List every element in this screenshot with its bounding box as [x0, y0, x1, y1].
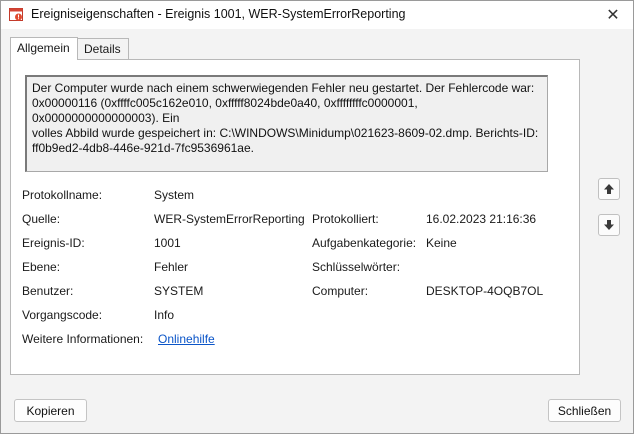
copy-button-label: Kopieren [26, 403, 75, 418]
general-panel: Der Computer wurde nach einem schwerwieg… [10, 59, 580, 375]
level-value[interactable]: Fehler [154, 260, 188, 274]
log-name-value[interactable]: System [154, 188, 194, 202]
user-label: Benutzer: [22, 284, 74, 298]
user-value[interactable]: SYSTEM [154, 284, 203, 298]
event-id-label: Ereignis-ID: [22, 236, 85, 250]
event-description[interactable]: Der Computer wurde nach einem schwerwieg… [25, 75, 548, 172]
opcode-value[interactable]: Info [154, 308, 174, 322]
title-bar[interactable]: Ereigniseigenschaften - Ereignis 1001, W… [1, 1, 633, 29]
online-help-link[interactable]: Onlinehilfe [158, 332, 215, 346]
copy-button[interactable]: Kopieren [14, 399, 87, 422]
opcode-label: Vorgangscode: [22, 308, 103, 322]
logged-label: Protokolliert: [312, 212, 379, 226]
close-button[interactable]: Schließen [548, 399, 621, 422]
log-name-label: Protokollname: [22, 188, 103, 202]
event-viewer-icon [9, 8, 23, 21]
tab-general-label: Allgemein [17, 41, 70, 55]
source-label: Quelle: [22, 212, 61, 226]
level-label: Ebene: [22, 260, 61, 274]
keywords-label: Schlüsselwörter: [312, 260, 401, 274]
task-category-value[interactable]: Keine [426, 236, 457, 250]
tab-details[interactable]: Details [77, 38, 129, 59]
logged-value[interactable]: 16.02.2023 21:16:36 [426, 212, 536, 226]
more-info-label: Weitere Informationen: [22, 332, 144, 346]
tab-details-label: Details [84, 42, 121, 56]
close-icon: ✕ [606, 7, 620, 24]
computer-label: Computer: [312, 284, 369, 298]
previous-event-button[interactable] [598, 178, 620, 200]
computer-value[interactable]: DESKTOP-4OQB7OL [426, 284, 543, 298]
event-properties-window: Ereigniseigenschaften - Ereignis 1001, W… [0, 0, 634, 434]
event-id-value[interactable]: 1001 [154, 236, 181, 250]
task-category-label: Aufgabenkategorie: [312, 236, 417, 250]
tab-general[interactable]: Allgemein [10, 37, 78, 60]
next-event-button[interactable] [598, 214, 620, 236]
close-button-label: Schließen [557, 403, 612, 418]
window-title: Ereigniseigenschaften - Ereignis 1001, W… [31, 7, 406, 21]
arrow-up-icon [604, 184, 614, 194]
arrow-down-icon [604, 220, 614, 230]
source-value[interactable]: WER-SystemErrorReporting [154, 212, 305, 226]
close-window-button[interactable]: ✕ [593, 1, 633, 29]
